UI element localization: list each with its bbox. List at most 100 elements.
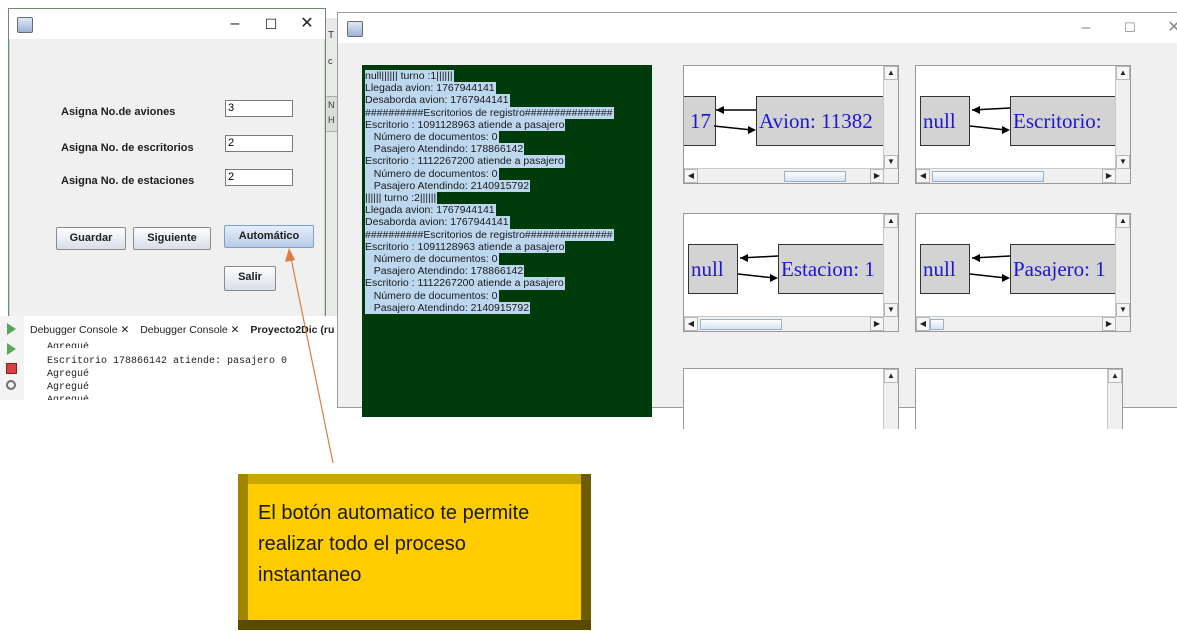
console-line: Escritorio 178866142 atiende: pasajero 0	[47, 356, 288, 367]
aviones-input[interactable]: 3	[225, 100, 293, 117]
maximize-button[interactable]: ☐	[251, 9, 291, 39]
log-line: Número de documentos: 0	[365, 289, 499, 302]
scroll-corner	[1116, 317, 1130, 331]
background-window-letter: T	[328, 30, 335, 41]
continue-icon[interactable]	[7, 323, 16, 335]
console-line: Agregué	[47, 369, 90, 380]
callout-face: El botón automatico te permite realizar …	[248, 484, 581, 620]
step-icon[interactable]	[7, 343, 16, 355]
scroll-up-icon[interactable]: ▲	[1108, 369, 1122, 383]
maximize-button[interactable]: ☐	[1110, 13, 1150, 43]
automatico-button[interactable]: Automático	[224, 225, 314, 248]
log-line: Escritorio : 1112267200 atiende a pasaje…	[365, 277, 565, 290]
settings-icon[interactable]	[6, 380, 16, 390]
scroll-thumb[interactable]	[784, 171, 846, 182]
scroll-right-icon[interactable]: ▶	[1102, 317, 1116, 331]
graph-node-label: Escritorio:	[1013, 109, 1102, 133]
graph-panel-empty: ▲	[915, 368, 1123, 429]
escritorios-input[interactable]: 2	[225, 135, 293, 152]
log-line: Escritorio : 1091128963 atiende a pasaje…	[365, 118, 566, 132]
graph-node-label: null	[923, 257, 956, 281]
log-line: Llegada avion: 1767944141	[365, 82, 496, 95]
minimize-button[interactable]: –	[215, 9, 255, 39]
graph-node-label: null	[691, 257, 724, 281]
link-arrows	[737, 254, 779, 282]
scroll-up-icon[interactable]: ▲	[884, 66, 898, 80]
vertical-scrollbar[interactable]: ▲ ▼	[1115, 66, 1130, 169]
stop-icon[interactable]	[6, 363, 17, 374]
console-line: Agregué	[47, 342, 90, 348]
graph-node: Estacion: 1	[778, 244, 898, 294]
callout-bevel-bottom	[238, 620, 591, 630]
siguiente-button[interactable]: Siguiente	[133, 227, 211, 250]
callout-bevel-left	[238, 474, 248, 630]
java-app-icon	[17, 17, 33, 33]
horizontal-scrollbar[interactable]: ◀ ▶	[916, 168, 1116, 183]
escritorios-label: Asigna No. de escritorios	[61, 142, 194, 154]
vertical-scrollbar[interactable]: ▲	[1107, 369, 1122, 429]
graph-node: Pasajero: 1	[1010, 244, 1130, 294]
debugger-console: Debugger Console ✕ Debugger Console ✕ Pr…	[0, 316, 337, 400]
scroll-corner	[884, 169, 898, 183]
scroll-right-icon[interactable]: ▶	[1102, 169, 1116, 183]
log-line: |||||| turno :2||||||	[365, 192, 438, 205]
scroll-down-icon[interactable]: ▼	[1116, 155, 1130, 169]
console-gutter	[0, 316, 24, 400]
graph-node-label: Estacion: 1	[781, 257, 875, 281]
graph-panel-pasajero: null Pasajero: 1 ▲ ▼ ◀ ▶	[915, 213, 1131, 332]
graph-node: null	[920, 96, 970, 146]
scroll-up-icon[interactable]: ▲	[884, 369, 898, 383]
horizontal-scrollbar[interactable]: ◀ ▶	[916, 316, 1116, 331]
close-button[interactable]: ✕	[287, 9, 327, 39]
simulation-window-titlebar: – ☐ ✕	[338, 13, 1177, 43]
log-line: Desaborda avion: 1767944141	[365, 94, 510, 107]
scroll-thumb[interactable]	[700, 319, 782, 330]
graph-panel-empty: ▲	[683, 368, 899, 429]
log-line: Escritorio : 1112267200 atiende a pasaje…	[365, 155, 565, 168]
java-app-icon	[347, 21, 363, 37]
scroll-up-icon[interactable]: ▲	[1116, 66, 1130, 80]
console-tab-debugger-2[interactable]: Debugger Console ✕	[136, 324, 243, 336]
simulation-window: – ☐ ✕ null|||||| turno :1|||||| Llegada a…	[337, 12, 1177, 429]
link-arrows	[969, 254, 1011, 282]
scroll-down-icon[interactable]: ▼	[1116, 303, 1130, 317]
vertical-scrollbar[interactable]: ▲ ▼	[883, 214, 898, 317]
graph-node-label: Avion: 11382	[759, 109, 873, 133]
estaciones-label: Asigna No. de estaciones	[61, 175, 195, 187]
scroll-thumb[interactable]	[930, 319, 944, 330]
minimize-button[interactable]: –	[1066, 13, 1106, 43]
vertical-scrollbar[interactable]: ▲ ▼	[1115, 214, 1130, 317]
vertical-scrollbar[interactable]: ▲	[883, 369, 898, 429]
scroll-down-icon[interactable]: ▼	[884, 155, 898, 169]
scroll-right-icon[interactable]: ▶	[870, 317, 884, 331]
graph-node: null	[688, 244, 738, 294]
vertical-scrollbar[interactable]: ▲ ▼	[883, 66, 898, 169]
log-line: Número de documentos: 0	[365, 131, 499, 144]
estaciones-input[interactable]: 2	[225, 169, 293, 186]
close-button[interactable]: ✕	[1154, 13, 1177, 43]
scroll-left-icon[interactable]: ◀	[684, 317, 698, 331]
scroll-up-icon[interactable]: ▲	[884, 214, 898, 228]
horizontal-scrollbar[interactable]: ◀ ▶	[684, 316, 884, 331]
salir-button[interactable]: Salir	[224, 266, 276, 291]
scroll-left-icon[interactable]: ◀	[916, 317, 930, 331]
log-line: null|||||| turno :1||||||	[365, 70, 454, 83]
scroll-thumb[interactable]	[932, 171, 1044, 182]
scroll-right-icon[interactable]: ▶	[870, 169, 884, 183]
horizontal-scrollbar[interactable]: ◀ ▶	[684, 168, 884, 183]
console-tabs: Debugger Console ✕ Debugger Console ✕ Pr…	[26, 324, 338, 342]
log-line: Llegada avion: 1767944141	[365, 204, 496, 217]
console-tab-debugger-1[interactable]: Debugger Console ✕	[26, 324, 133, 336]
log-line: Número de documentos: 0	[365, 253, 499, 266]
guardar-button[interactable]: Guardar	[56, 227, 126, 250]
log-line: Escritorio : 1091128963 atiende a pasaje…	[365, 240, 566, 254]
console-tab-proyecto[interactable]: Proyecto2Dic (ru	[246, 324, 338, 336]
setup-window: – ☐ ✕ Asigna No.de aviones 3 Asigna No. …	[8, 8, 326, 318]
log-panel: null|||||| turno :1|||||| Llegada avion: …	[362, 65, 652, 417]
scroll-left-icon[interactable]: ◀	[684, 169, 698, 183]
log-line: ##########Escritorios de registro#######…	[365, 228, 614, 241]
scroll-left-icon[interactable]: ◀	[916, 169, 930, 183]
scroll-up-icon[interactable]: ▲	[1116, 214, 1130, 228]
graph-node-label: null	[923, 109, 956, 133]
scroll-down-icon[interactable]: ▼	[884, 303, 898, 317]
